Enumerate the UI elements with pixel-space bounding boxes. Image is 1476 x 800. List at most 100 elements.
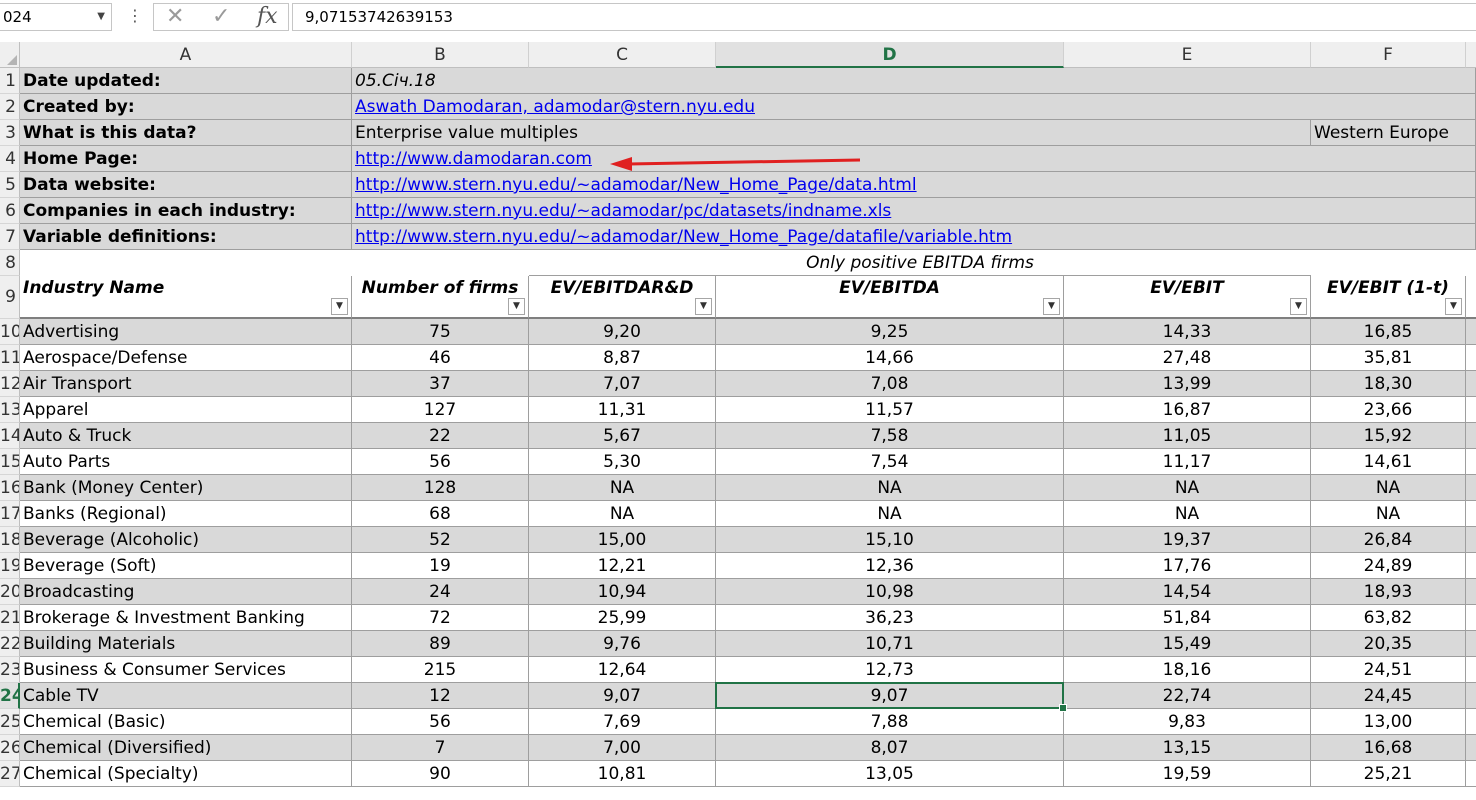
value-cell[interactable]: 24 [352, 579, 529, 605]
value-cell[interactable]: 56 [352, 709, 529, 735]
value-cell[interactable]: 127 [352, 397, 529, 423]
row-header-3[interactable]: 3 [0, 120, 20, 146]
info-link[interactable]: Aswath Damodaran, adamodar@stern.nyu.edu [352, 94, 1476, 120]
value-cell[interactable]: 35,81 [1311, 345, 1466, 371]
table-header-cell[interactable]: Number of firms ▼ [352, 276, 529, 319]
info-label[interactable]: Variable definitions: [20, 224, 352, 250]
value-cell[interactable]: NA [716, 501, 1064, 527]
value-cell[interactable]: NA [1064, 475, 1311, 501]
empty-cell[interactable] [1466, 371, 1476, 397]
value-cell[interactable]: 12,73 [716, 657, 1064, 683]
row-header-7[interactable]: 7 [0, 224, 20, 250]
value-cell[interactable]: 11,31 [529, 397, 716, 423]
column-header-e[interactable]: E [1064, 42, 1311, 68]
value-cell[interactable]: 13,00 [1311, 709, 1466, 735]
value-cell[interactable]: 20,35 [1311, 631, 1466, 657]
info-label[interactable]: Date updated: [20, 68, 352, 94]
empty-cell[interactable] [1466, 735, 1476, 761]
value-cell[interactable]: 14,61 [1311, 449, 1466, 475]
value-cell[interactable]: 36,23 [716, 605, 1064, 631]
row-header-20[interactable]: 20 [0, 579, 20, 605]
row-header-4[interactable]: 4 [0, 146, 20, 172]
value-cell[interactable]: 9,83 [1064, 709, 1311, 735]
empty-cell[interactable] [1466, 709, 1476, 735]
row-header-25[interactable]: 25 [0, 709, 20, 735]
value-cell[interactable]: 9,25 [716, 319, 1064, 345]
industry-name-cell[interactable]: Beverage (Soft) [20, 553, 352, 579]
empty-cell[interactable] [1466, 345, 1476, 371]
value-cell[interactable]: 13,15 [1064, 735, 1311, 761]
value-cell[interactable]: 7,88 [716, 709, 1064, 735]
value-cell[interactable]: NA [716, 475, 1064, 501]
empty-cell[interactable] [1466, 527, 1476, 553]
value-cell[interactable]: 10,94 [529, 579, 716, 605]
value-cell[interactable]: 8,07 [716, 735, 1064, 761]
row-header-27[interactable]: 27 [0, 761, 20, 787]
value-cell[interactable]: 12,36 [716, 553, 1064, 579]
empty-cell[interactable] [1466, 319, 1476, 345]
value-cell[interactable]: 15,10 [716, 527, 1064, 553]
industry-name-cell[interactable]: Air Transport [20, 371, 352, 397]
formula-input[interactable]: 9,07153742639153 [292, 3, 1476, 31]
table-header-cell[interactable]: EV/EBITDAR&D ▼ [529, 276, 716, 319]
region-value[interactable]: Western Europe [1311, 120, 1476, 146]
table-header-cell[interactable]: E [1466, 276, 1476, 319]
value-cell[interactable]: 7,58 [716, 423, 1064, 449]
industry-name-cell[interactable]: Chemical (Specialty) [20, 761, 352, 787]
value-cell[interactable]: 24,89 [1311, 553, 1466, 579]
industry-name-cell[interactable]: Auto Parts [20, 449, 352, 475]
value-cell[interactable]: 9,76 [529, 631, 716, 657]
value-cell[interactable]: 25,99 [529, 605, 716, 631]
info-link[interactable]: http://www.damodaran.com [352, 146, 1476, 172]
info-link[interactable]: http://www.stern.nyu.edu/~adamodar/New_H… [352, 224, 1476, 250]
industry-name-cell[interactable]: Chemical (Diversified) [20, 735, 352, 761]
empty-cell[interactable] [1466, 683, 1476, 709]
value-cell[interactable]: 63,82 [1311, 605, 1466, 631]
value-cell[interactable]: 7,69 [529, 709, 716, 735]
row-header-18[interactable]: 18 [0, 527, 20, 553]
value-cell[interactable]: 7,00 [529, 735, 716, 761]
empty-cell[interactable] [1466, 605, 1476, 631]
value-cell[interactable]: NA [529, 501, 716, 527]
industry-name-cell[interactable]: Beverage (Alcoholic) [20, 527, 352, 553]
industry-name-cell[interactable]: Building Materials [20, 631, 352, 657]
column-header-c[interactable]: C [529, 42, 716, 68]
empty-cell[interactable] [1466, 501, 1476, 527]
info-link[interactable]: http://www.stern.nyu.edu/~adamodar/New_H… [352, 172, 1476, 198]
row-header-11[interactable]: 11 [0, 345, 20, 371]
chevron-down-icon[interactable]: ▼ [97, 4, 105, 30]
value-cell[interactable]: NA [529, 475, 716, 501]
row-header-19[interactable]: 19 [0, 553, 20, 579]
value-cell[interactable]: 12,64 [529, 657, 716, 683]
value-cell[interactable]: 9,20 [529, 319, 716, 345]
value-cell[interactable]: 14,54 [1064, 579, 1311, 605]
value-cell[interactable]: 24,45 [1311, 683, 1466, 709]
filter-dropdown-icon[interactable]: ▼ [695, 298, 712, 315]
filter-dropdown-icon[interactable]: ▼ [1043, 298, 1060, 315]
table-header-cell[interactable]: EV/EBITDA ▼ [716, 276, 1064, 319]
value-cell[interactable]: 17,76 [1064, 553, 1311, 579]
row-header-21[interactable]: 21 [0, 605, 20, 631]
empty-cell[interactable] [1466, 449, 1476, 475]
industry-name-cell[interactable]: Chemical (Basic) [20, 709, 352, 735]
value-cell[interactable]: 68 [352, 501, 529, 527]
info-label[interactable]: Companies in each industry: [20, 198, 352, 224]
value-cell[interactable]: 19 [352, 553, 529, 579]
value-cell[interactable]: 11,57 [716, 397, 1064, 423]
value-cell[interactable]: 37 [352, 371, 529, 397]
value-cell[interactable]: 25,21 [1311, 761, 1466, 787]
value-cell[interactable]: 56 [352, 449, 529, 475]
industry-name-cell[interactable]: Aerospace/Defense [20, 345, 352, 371]
value-cell[interactable]: 10,81 [529, 761, 716, 787]
value-cell[interactable]: 16,68 [1311, 735, 1466, 761]
value-cell[interactable]: 18,30 [1311, 371, 1466, 397]
value-cell[interactable]: 13,99 [1064, 371, 1311, 397]
empty-cell[interactable] [1466, 475, 1476, 501]
value-cell[interactable]: 19,59 [1064, 761, 1311, 787]
industry-name-cell[interactable]: Auto & Truck [20, 423, 352, 449]
industry-name-cell[interactable]: Advertising [20, 319, 352, 345]
table-header-cell[interactable]: EV/EBIT ▼ [1064, 276, 1311, 319]
empty-cell[interactable] [1466, 761, 1476, 787]
value-cell[interactable]: 89 [352, 631, 529, 657]
row-header-6[interactable]: 6 [0, 198, 20, 224]
